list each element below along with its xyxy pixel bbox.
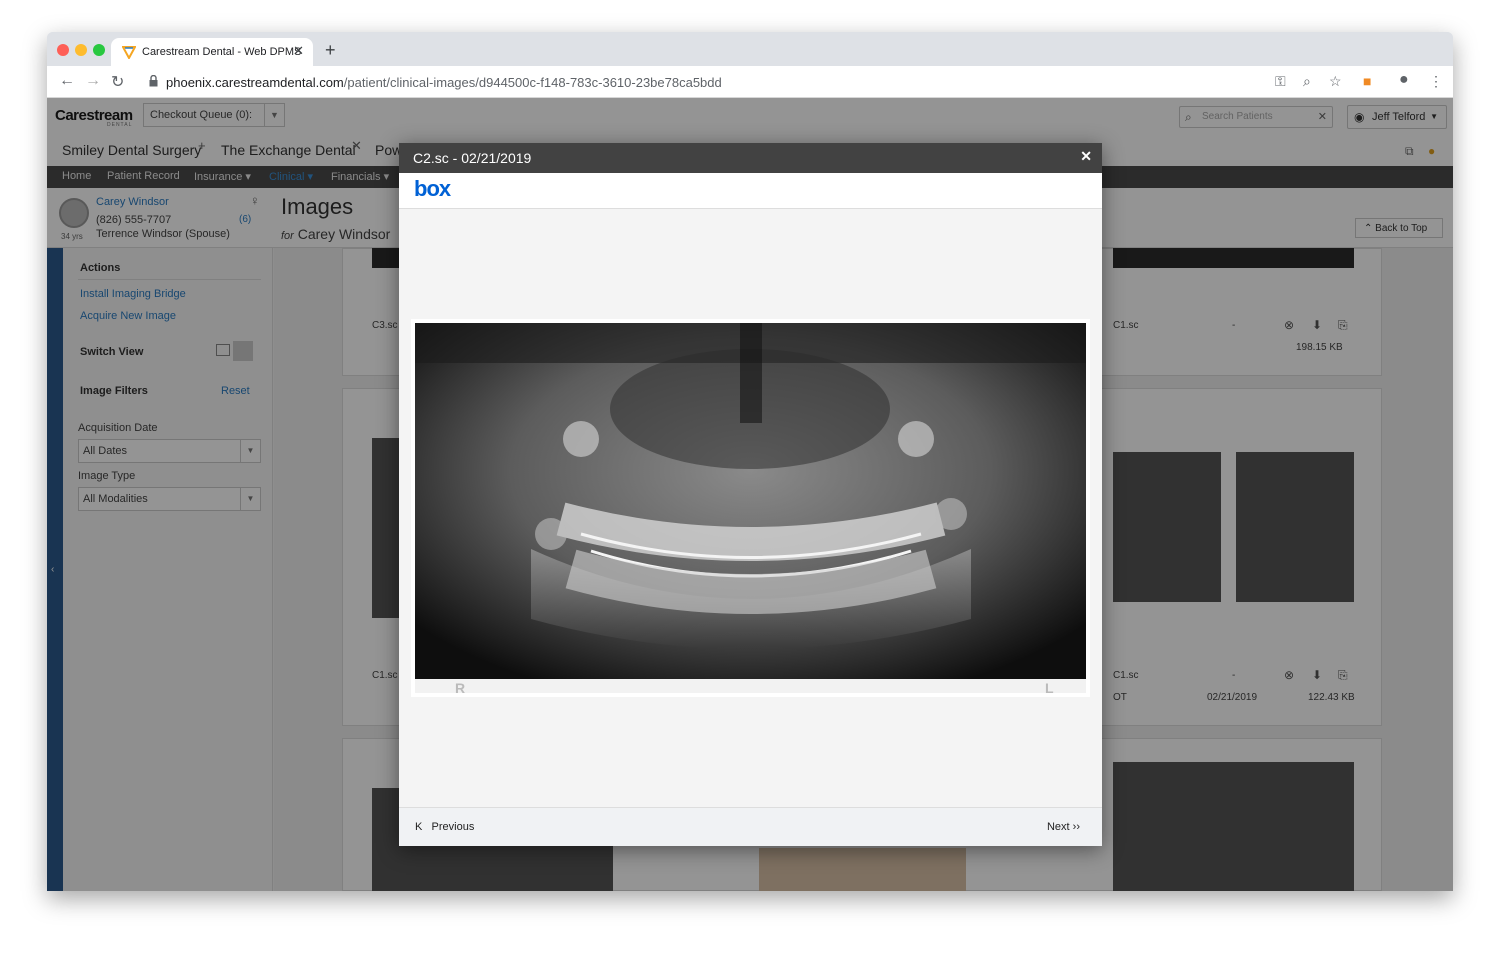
bookmark-star-icon[interactable]: ☆ [1329, 73, 1342, 90]
url-text: phoenix.carestreamdental.com/patient/cli… [166, 75, 722, 90]
zoom-icon[interactable]: ⌕ [1303, 73, 1311, 90]
next-label: Next [1046, 821, 1070, 833]
back-arrow-icon[interactable]: ← [59, 72, 75, 90]
image-viewer: R L [399, 209, 1102, 807]
box-toolbar: box [399, 173, 1102, 209]
profile-icon[interactable]: ● [1399, 71, 1409, 89]
next-button[interactable]: Next ›› [1047, 821, 1080, 833]
forward-arrow-icon[interactable]: → [85, 72, 101, 90]
more-menu-icon[interactable]: ⋮ [1429, 73, 1443, 90]
panoramic-xray-image[interactable]: R L [411, 319, 1090, 697]
key-icon[interactable]: ⚿ [1275, 73, 1286, 90]
tab-title: Carestream Dental - Web DPMS [142, 46, 302, 58]
modal-title: C2.sc - 02/21/2019 [413, 150, 532, 166]
modal-footer: K Previous Next ›› [399, 807, 1102, 846]
maximize-window-button[interactable] [93, 44, 105, 56]
image-viewer-modal: C2.sc - 02/21/2019 ✕ box R L K Previous … [399, 143, 1102, 846]
box-logo: box [414, 176, 451, 201]
xray-left-marker: L [1045, 680, 1054, 696]
url-host: phoenix.carestreamdental.com [166, 75, 344, 90]
url-path: /patient/clinical-images/d944500c-f148-7… [343, 75, 722, 90]
address-bar[interactable]: phoenix.carestreamdental.com/patient/cli… [139, 69, 1349, 95]
previous-icon: K [415, 821, 423, 833]
reload-icon[interactable]: ↻ [111, 72, 124, 92]
close-icon[interactable]: ✕ [1080, 148, 1092, 165]
browser-toolbar: ← → ↻ phoenix.carestreamdental.com/patie… [47, 66, 1453, 98]
new-tab-icon[interactable]: + [325, 40, 336, 61]
tab-close-icon[interactable]: ✕ [293, 43, 304, 59]
extension-icon[interactable]: ■ [1363, 73, 1371, 89]
minimize-window-button[interactable] [75, 44, 87, 56]
modal-header: C2.sc - 02/21/2019 ✕ [399, 143, 1102, 173]
previous-label: Previous [431, 821, 475, 833]
browser-tab[interactable]: Carestream Dental - Web DPMS ✕ [111, 38, 313, 66]
lock-icon [149, 75, 158, 87]
tab-strip: Carestream Dental - Web DPMS ✕ + [47, 32, 1453, 66]
carestream-favicon-icon [122, 46, 136, 59]
previous-button[interactable]: K Previous [415, 821, 474, 833]
xray-right-marker: R [455, 680, 465, 696]
next-icon: ›› [1072, 821, 1080, 833]
close-window-button[interactable] [57, 44, 69, 56]
